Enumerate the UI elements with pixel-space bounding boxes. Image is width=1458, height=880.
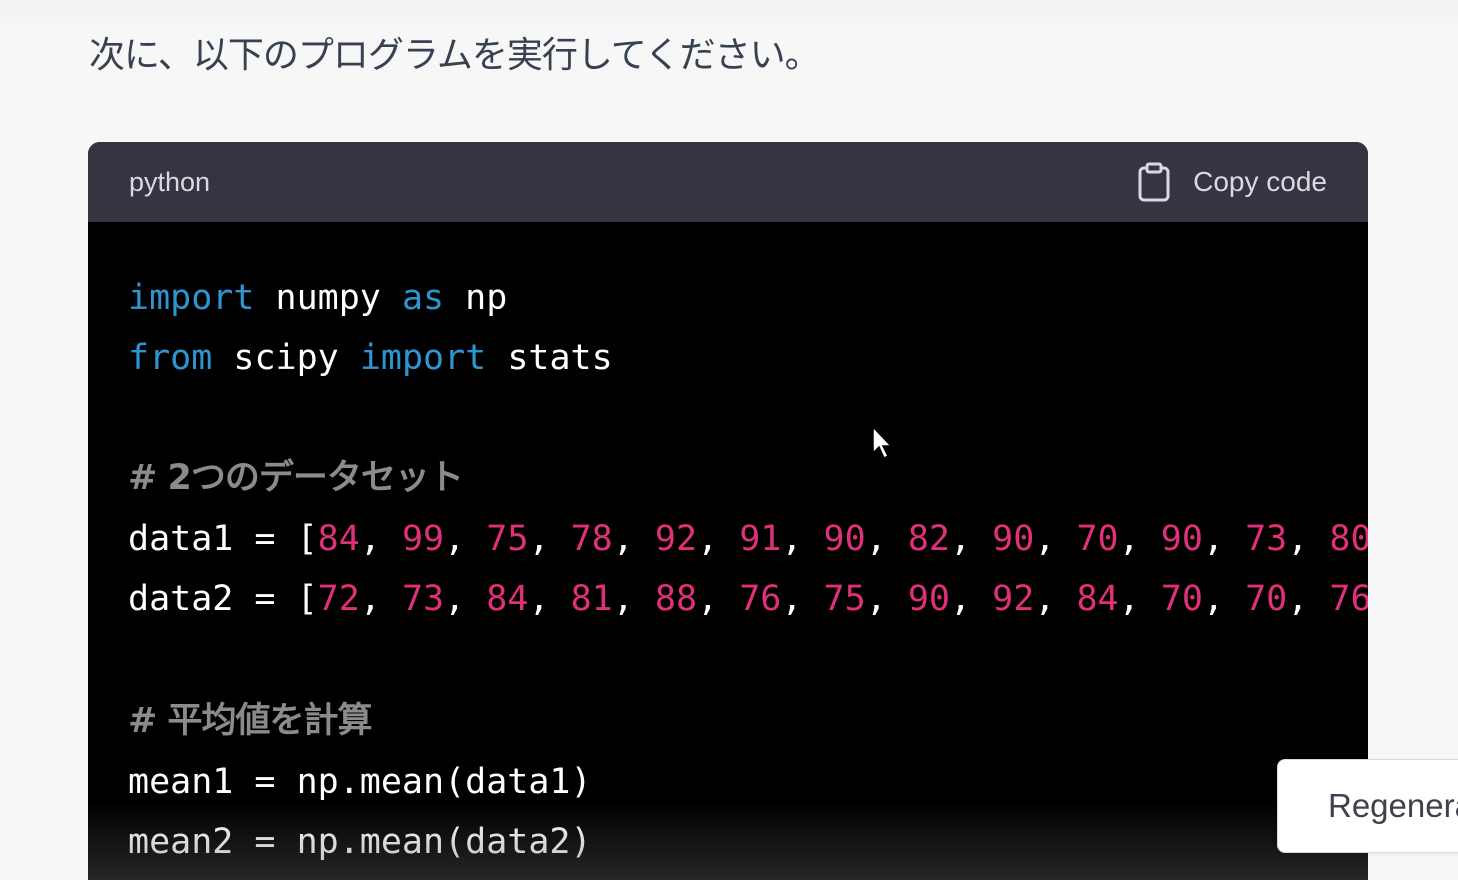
comma-separator: , (1287, 579, 1330, 619)
code-line: from scipy import stats (128, 338, 613, 378)
comma-separator: , (444, 519, 487, 559)
code-keyword: as (401, 278, 445, 318)
number-literal: 70 (1076, 519, 1119, 559)
number-literal: 91 (739, 519, 782, 559)
code-text: numpy (254, 278, 402, 318)
comma-separator: , (359, 519, 402, 559)
regenerate-response-button[interactable]: Regenerate response (1277, 759, 1458, 853)
chat-page: 次に、以下のプログラムを実行してください。 python Copy code i… (0, 0, 1458, 880)
comma-separator: , (444, 579, 487, 619)
comma-separator: , (781, 519, 824, 559)
comma-separator: , (865, 519, 908, 559)
code-block-header: python Copy code (88, 142, 1368, 222)
code-block: python Copy code import numpy as np from… (88, 142, 1368, 880)
comma-separator: , (697, 579, 740, 619)
number-literal: 82 (907, 519, 950, 559)
comma-separator: , (359, 579, 402, 619)
number-literal: 90 (823, 519, 866, 559)
number-literal: 90 (907, 579, 950, 619)
code-line: import numpy as np (128, 278, 507, 318)
number-literal: 73 (1245, 519, 1288, 559)
number-literal: 81 (570, 579, 613, 619)
number-literal: 80 (1329, 519, 1368, 559)
number-literal: 70 (1160, 579, 1203, 619)
comma-separator: , (528, 579, 571, 619)
comma-separator: , (1034, 579, 1077, 619)
comma-separator: , (612, 579, 655, 619)
number-literal: 76 (1329, 579, 1368, 619)
code-keyword: import (359, 338, 487, 378)
comma-separator: , (612, 519, 655, 559)
code-line-data1: data1 = [84, 99, 75, 78, 92, 91, 90, 82,… (128, 519, 1368, 559)
number-literal: 75 (823, 579, 866, 619)
comma-separator: , (697, 519, 740, 559)
code-comment: # 2つのデータセット (128, 458, 464, 498)
regenerate-label: Regenerate response (1328, 787, 1458, 824)
code-text: scipy (212, 338, 360, 378)
number-literal: 75 (486, 519, 529, 559)
comma-separator: , (781, 579, 824, 619)
number-literal: 84 (1076, 579, 1119, 619)
code-keyword: import (128, 278, 255, 318)
comma-separator: , (1118, 519, 1161, 559)
comma-separator: , (950, 579, 993, 619)
number-literal: 92 (992, 579, 1035, 619)
number-literal: 99 (401, 519, 445, 559)
number-literal: 73 (401, 579, 445, 619)
comma-separator: , (1034, 519, 1077, 559)
copy-code-label: Copy code (1193, 166, 1327, 197)
number-literal: 88 (654, 579, 698, 619)
number-literal: 84 (317, 519, 360, 559)
comma-separator: , (865, 579, 908, 619)
comma-separator: , (1287, 519, 1330, 559)
code-text: stats (486, 338, 613, 378)
number-list: 72, 73, 84, 81, 88, 76, 75, 90, 92, 84, … (318, 579, 1368, 619)
code-line-data2: data2 = [72, 73, 84, 81, 88, 76, 75, 90,… (128, 579, 1368, 619)
comma-separator: , (1118, 579, 1161, 619)
code-text: np (444, 278, 508, 318)
number-literal: 92 (654, 519, 698, 559)
code-text: data1 = [ (128, 519, 318, 559)
mouse-cursor-icon (872, 425, 893, 460)
code-comment: # 平均値を計算 (128, 701, 373, 741)
comma-separator: , (950, 519, 993, 559)
assistant-message-text: 次に、以下のプログラムを実行してください。 (89, 35, 821, 76)
code-keyword: from (128, 338, 213, 378)
clipboard-icon (1138, 162, 1170, 202)
number-literal: 78 (570, 519, 613, 559)
comma-separator: , (528, 519, 571, 559)
number-list: 84, 99, 75, 78, 92, 91, 90, 82, 90, 70, … (318, 519, 1368, 559)
number-literal: 90 (992, 519, 1035, 559)
code-language-label: python (129, 166, 211, 197)
comma-separator: , (1202, 579, 1246, 619)
comma-separator: , (1202, 519, 1246, 559)
number-literal: 72 (317, 579, 360, 619)
number-literal: 84 (486, 579, 529, 619)
number-literal: 90 (1160, 519, 1203, 559)
number-literal: 76 (739, 579, 782, 619)
copy-code-button[interactable]: Copy code (1137, 162, 1327, 202)
code-line: mean1 = np.mean(data1) (128, 762, 592, 802)
code-line: mean2 = np.mean(data2) (128, 822, 592, 862)
code-text: data2 = [ (128, 579, 318, 619)
number-literal: 70 (1245, 579, 1288, 619)
